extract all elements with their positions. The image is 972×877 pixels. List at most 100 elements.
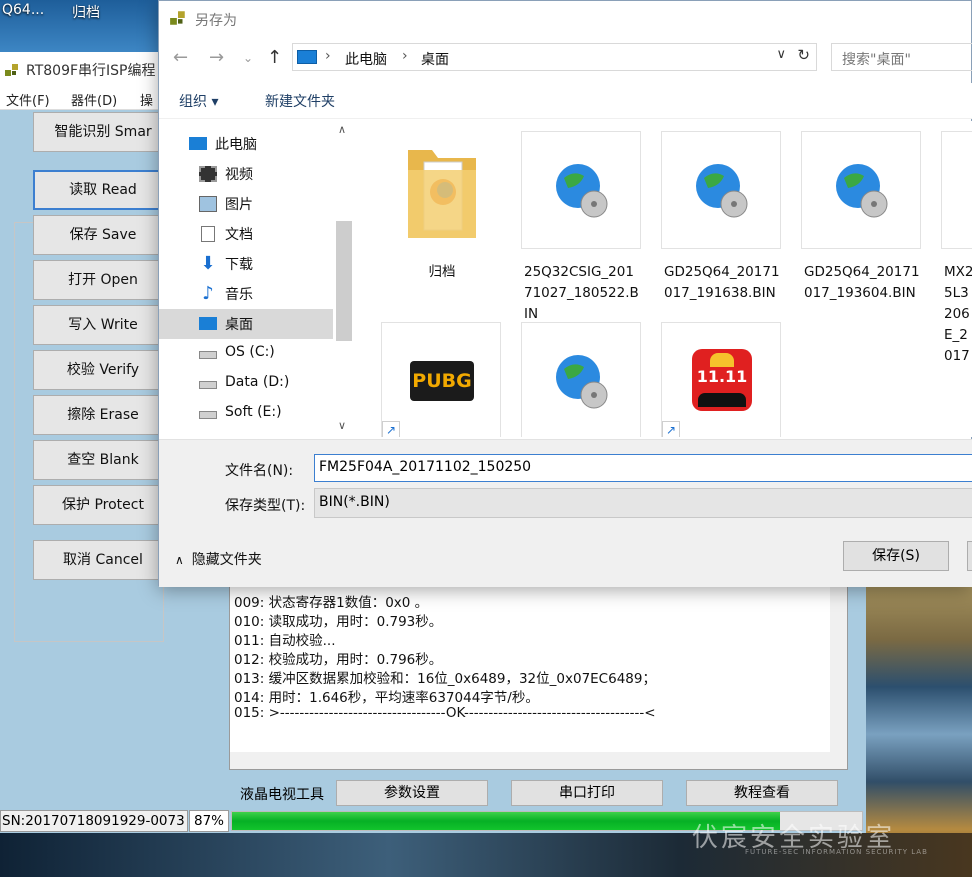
tree-label: 文档 <box>225 227 253 243</box>
pictures-icon <box>199 196 217 212</box>
scroll-down-arrow-icon[interactable]: ∨ <box>338 419 346 432</box>
forward-arrow-icon[interactable]: → <box>209 47 224 68</box>
tree-item-documents[interactable]: 文档 <box>159 219 333 249</box>
filetype-label: 保存类型(T): <box>225 498 306 514</box>
open-button[interactable]: 打开 Open <box>33 260 173 300</box>
desktop-item-archive[interactable]: 归档 <box>72 2 100 22</box>
cancel-button[interactable]: 取消 Cancel <box>33 540 173 580</box>
breadcrumb-desktop[interactable]: 桌面 <box>421 49 449 69</box>
tree-label: Data (D:) <box>225 374 290 390</box>
address-bar[interactable]: › 此电脑 › 桌面 ∨ ↻ <box>292 43 817 71</box>
file-item-25q32csig[interactable]: 25Q32CSIG_20171027_180522.BIN <box>521 131 641 322</box>
tree-item-pictures[interactable]: 图片 <box>159 189 333 219</box>
app-title: RT809F串行ISP编程 <box>26 63 156 79</box>
tree-item-music[interactable]: ♪ 音乐 <box>159 279 333 309</box>
dialog-title: 另存为 <box>195 13 237 29</box>
save-as-dialog: 另存为 ← → ⌄ ↑ › 此电脑 › 桌面 ∨ ↻ 搜索"桌面" 组织 ▾ 新… <box>158 0 972 587</box>
write-button[interactable]: 写入 Write <box>33 305 173 345</box>
navigation-scrollbar-thumb[interactable] <box>336 221 352 341</box>
file-item-gd25q64-193604[interactable]: GD25Q64_20171017_193604.BIN <box>801 131 921 301</box>
globe-disc-icon <box>696 164 748 218</box>
folder-firefox-icon <box>408 150 476 238</box>
file-item-tmall-shortcut[interactable]: 11.11 ↗ <box>661 322 781 437</box>
tree-label: 音乐 <box>225 287 253 303</box>
pubg-icon: PUBG <box>410 361 474 401</box>
computer-icon <box>189 137 207 150</box>
verify-button[interactable]: 校验 Verify <box>33 350 173 390</box>
search-input[interactable]: 搜索"桌面" <box>831 43 972 71</box>
protect-button[interactable]: 保护 Protect <box>33 485 173 525</box>
tree-item-this-pc[interactable]: 此电脑 <box>159 129 333 159</box>
tree-item-drive-c[interactable]: OS (C:) <box>159 339 333 369</box>
serial-number-status: SN:20170718091929-0073 <box>0 810 188 832</box>
log-line: 014: 用时：1.646秒，平均速率637044字节/秒。 <box>234 690 539 706</box>
recent-chevron-down-icon[interactable]: ⌄ <box>243 51 253 65</box>
desktop-item-q64[interactable]: Q64... <box>2 2 44 18</box>
video-icon <box>199 166 217 182</box>
tree-item-desktop[interactable]: 桌面 <box>159 309 333 339</box>
breadcrumb-chevron-icon[interactable]: › <box>325 48 331 64</box>
refresh-icon[interactable]: ↻ <box>797 46 810 64</box>
tmall-11-11-icon: 11.11 <box>692 349 752 411</box>
chevron-up-icon: ∧ <box>175 553 184 567</box>
shortcut-arrow-icon: ↗ <box>382 421 400 437</box>
log-output[interactable]: 009: 状态寄存器1数值：0x0 。 010: 读取成功，用时：0.793秒。… <box>229 574 848 770</box>
tree-label: 下载 <box>225 257 253 273</box>
up-arrow-icon[interactable]: ↑ <box>267 47 282 68</box>
filename-label: 文件名(N): <box>225 463 294 479</box>
scroll-up-arrow-icon[interactable]: ∧ <box>338 123 346 136</box>
menu-operate[interactable]: 操 <box>140 90 153 109</box>
file-name: MX25L3206E_2017 <box>944 264 972 364</box>
serial-print-button[interactable]: 串口打印 <box>511 780 663 806</box>
filename-field[interactable]: FM25F04A_20171102_150250 <box>314 454 972 482</box>
tree-label: 此电脑 <box>215 137 257 153</box>
tree-label: 视频 <box>225 167 253 183</box>
app-logo-icon <box>5 64 18 76</box>
computer-icon <box>297 50 317 64</box>
erase-button[interactable]: 擦除 Erase <box>33 395 173 435</box>
breadcrumb-chevron-icon[interactable]: › <box>402 48 408 64</box>
app-titlebar: RT809F串行ISP编程 <box>0 52 160 86</box>
file-item-mx25l[interactable]: MX25L3206E_2017 <box>941 131 972 364</box>
dialog-save-button[interactable]: 保存(S) <box>843 541 949 571</box>
navigation-pane: 此电脑 视频 图片 文档 ⬇ 下载 ♪ 音乐 桌面 OS (C:) Data (… <box>159 121 355 437</box>
app-menubar: 文件(F) 器件(D) 操 <box>0 86 160 110</box>
tree-item-drive-d[interactable]: Data (D:) <box>159 369 333 399</box>
file-item-gd25q64-191638[interactable]: GD25Q64_20171017_191638.BIN <box>661 131 781 301</box>
file-item-bin[interactable] <box>521 322 641 437</box>
menu-file[interactable]: 文件(F) <box>6 90 50 109</box>
tv-tools-row: 液晶电视工具 参数设置 串口打印 教程查看 <box>230 780 850 806</box>
log-line: 011: 自动校验... <box>234 633 336 649</box>
read-button[interactable]: 读取 Read <box>33 170 173 210</box>
file-list-pane: 归档 25Q32CSIG_20171027_180522.BIN GD25Q64… <box>357 121 972 437</box>
address-dropdown-icon[interactable]: ∨ <box>776 47 786 62</box>
param-settings-button[interactable]: 参数设置 <box>336 780 488 806</box>
log-vertical-scrollbar[interactable] <box>830 575 847 769</box>
blank-check-button[interactable]: 查空 Blank <box>33 440 173 480</box>
watermark-subtitle: FUTURE-SEC INFORMATION SECURITY LAB <box>745 848 928 856</box>
tree-item-videos[interactable]: 视频 <box>159 159 333 189</box>
log-horizontal-scrollbar[interactable] <box>230 752 830 769</box>
log-line: 010: 读取成功，用时：0.793秒。 <box>234 614 443 630</box>
drive-icon <box>199 411 217 419</box>
tree-label: 桌面 <box>225 317 253 333</box>
dialog-cancel-button[interactable] <box>967 541 972 571</box>
organize-menu[interactable]: 组织 ▾ <box>179 91 218 111</box>
smart-detect-button[interactable]: 智能识别 Smar <box>33 112 173 152</box>
navigation-scrollbar[interactable]: ∧ ∨ <box>333 121 355 437</box>
file-item-pubg-shortcut[interactable]: PUBG ↗ <box>381 322 501 437</box>
tv-tools-label: 液晶电视工具 <box>240 787 324 803</box>
filetype-select[interactable]: BIN(*.BIN) <box>314 488 972 518</box>
menu-device[interactable]: 器件(D) <box>71 90 117 109</box>
tutorial-button[interactable]: 教程查看 <box>686 780 838 806</box>
breadcrumb-this-pc[interactable]: 此电脑 <box>345 49 387 69</box>
globe-disc-icon <box>836 164 888 218</box>
tree-item-downloads[interactable]: ⬇ 下载 <box>159 249 333 279</box>
hide-folders-toggle[interactable]: ∧ 隐藏文件夹 <box>175 549 262 569</box>
back-arrow-icon[interactable]: ← <box>173 47 188 68</box>
save-button[interactable]: 保存 Save <box>33 215 173 255</box>
file-name: 归档 <box>428 264 456 280</box>
file-item-archive-folder[interactable]: 归档 <box>381 131 501 280</box>
new-folder-button[interactable]: 新建文件夹 <box>265 91 335 111</box>
tree-item-drive-e[interactable]: Soft (E:) <box>159 399 333 429</box>
